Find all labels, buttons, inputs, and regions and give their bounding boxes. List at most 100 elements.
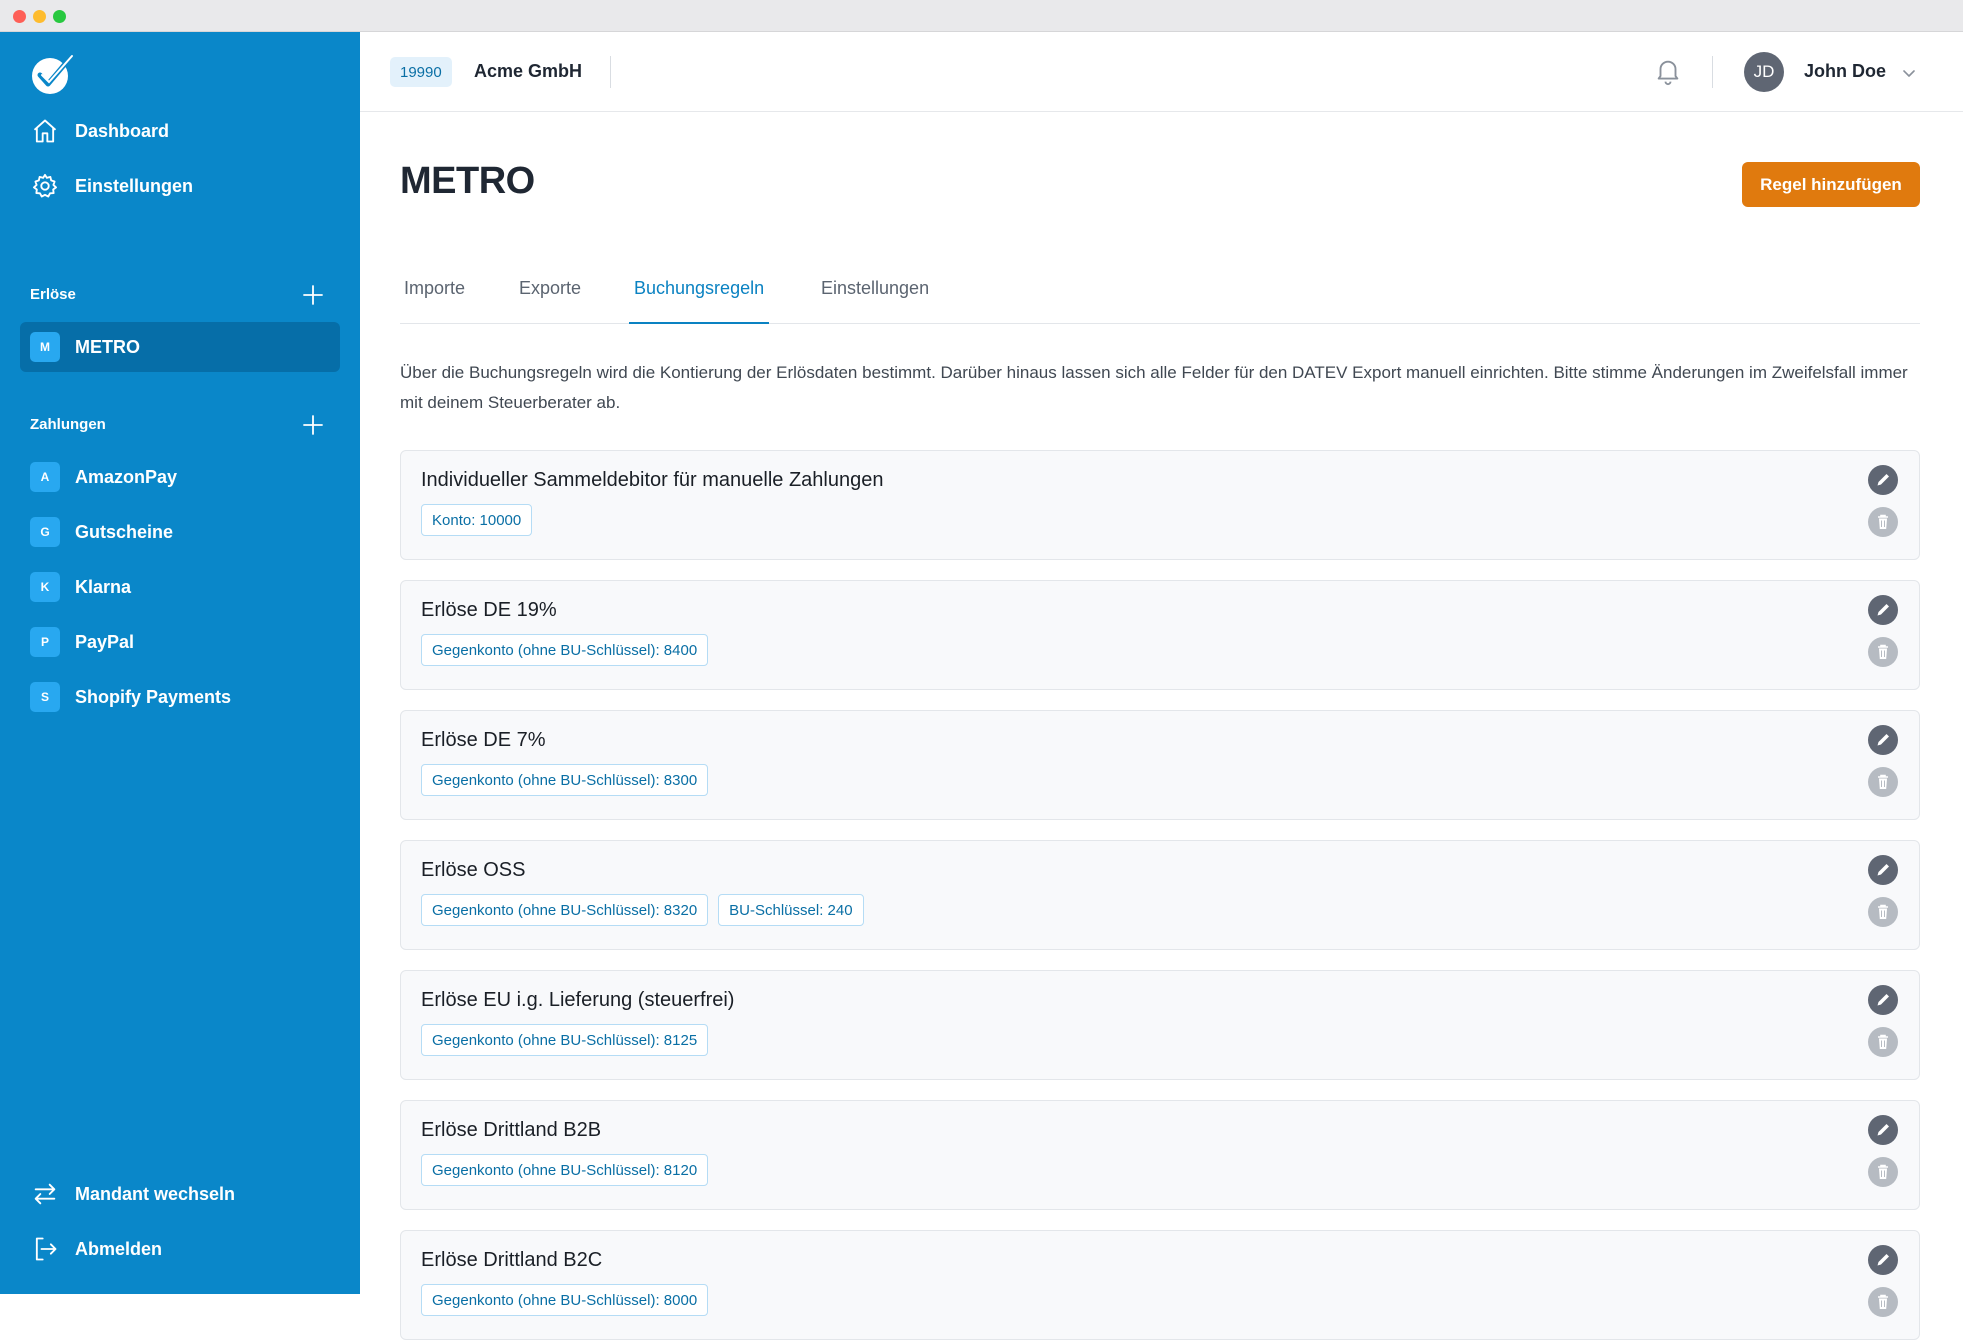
logout-icon	[30, 1234, 60, 1264]
sidebar-item-label: Dashboard	[75, 120, 170, 141]
tab-exporte[interactable]: Exporte	[519, 270, 581, 324]
top-header: 19990 Acme GmbH JD John Doe	[360, 32, 1963, 112]
add-erloese-button[interactable]	[300, 282, 326, 308]
rule-chips: Gegenkonto (ohne BU-Schlüssel): 8400	[421, 634, 709, 666]
rule-chip: BU-Schlüssel: 240	[718, 894, 864, 926]
sidebar-item-label: PayPal	[75, 631, 135, 652]
edit-icon[interactable]	[1867, 984, 1899, 1016]
rule-chip: Gegenkonto (ohne BU-Schlüssel): 8000	[421, 1284, 709, 1316]
rule-chips: Gegenkonto (ohne BU-Schlüssel): 8300	[421, 764, 709, 796]
page-title: METRO	[400, 160, 535, 202]
window-close-button[interactable]	[13, 10, 26, 23]
intro-text: Über die Buchungsregeln wird die Kontier…	[400, 363, 1908, 412]
divider	[1712, 56, 1713, 88]
rule-title: Erlöse Drittland B2B	[421, 1119, 602, 1141]
trash-icon[interactable]	[1867, 506, 1899, 538]
rule-title: Erlöse Drittland B2C	[421, 1249, 603, 1271]
rule-chips: Gegenkonto (ohne BU-Schlüssel): 8000	[421, 1284, 709, 1316]
window-minimize-button[interactable]	[33, 10, 46, 23]
sidebar-item-shopify-payments[interactable]: S Shopify Payments	[20, 672, 340, 722]
avatar: G	[30, 517, 60, 547]
tab-bar: Importe Exporte Buchungsregeln Einstellu…	[400, 270, 1920, 324]
sidebar-item-amazonpay[interactable]: A AmazonPay	[20, 452, 340, 502]
avatar: M	[30, 332, 60, 362]
rule-chip: Gegenkonto (ohne BU-Schlüssel): 8400	[421, 634, 709, 666]
rule-title: Erlöse DE 7%	[421, 729, 546, 751]
rule-chip: Gegenkonto (ohne BU-Schlüssel): 8120	[421, 1154, 709, 1186]
tab-buchungsregeln[interactable]: Buchungsregeln	[629, 270, 770, 324]
sidebar: Dashboard Einstellungen Erlöse M METRO Z…	[0, 32, 360, 1294]
section-title-erloese: Erlöse	[30, 286, 76, 303]
window-titlebar	[0, 0, 1963, 32]
rule-title: Individueller Sammeldebitor für manuelle…	[421, 469, 884, 491]
rule-title: Erlöse EU i.g. Lieferung (steuerfrei)	[421, 989, 735, 1011]
section-title-zahlungen: Zahlungen	[30, 416, 106, 433]
avatar: P	[30, 627, 60, 657]
rule-card: Erlöse OSS Gegenkonto (ohne BU-Schlüssel)…	[400, 840, 1920, 950]
trash-icon[interactable]	[1867, 636, 1899, 668]
rule-chip: Gegenkonto (ohne BU-Schlüssel): 8125	[421, 1024, 709, 1056]
add-rule-button[interactable]: Regel hinzufügen	[1742, 162, 1920, 207]
rule-title: Erlöse DE 19%	[421, 599, 557, 621]
tab-einstellungen[interactable]: Einstellungen	[821, 270, 929, 324]
edit-icon[interactable]	[1867, 1114, 1899, 1146]
chevron-down-icon[interactable]	[1900, 64, 1918, 82]
sidebar-item-klarna[interactable]: K Klarna	[20, 562, 340, 612]
sidebar-item-gutscheine[interactable]: G Gutscheine	[20, 507, 340, 557]
rule-chip: Gegenkonto (ohne BU-Schlüssel): 8320	[421, 894, 709, 926]
bell-icon[interactable]	[1653, 56, 1683, 86]
rule-card: Erlöse DE 7% Gegenkonto (ohne BU-Schlüsse…	[400, 710, 1920, 820]
edit-icon[interactable]	[1867, 724, 1899, 756]
sidebar-item-label: Abmelden	[75, 1238, 163, 1259]
rule-chip: Gegenkonto (ohne BU-Schlüssel): 8300	[421, 764, 709, 796]
sidebar-item-dashboard[interactable]: Dashboard	[20, 106, 340, 156]
divider	[610, 56, 611, 88]
rule-chips: Gegenkonto (ohne BU-Schlüssel): 8320 BU-S…	[421, 894, 864, 926]
trash-icon[interactable]	[1867, 896, 1899, 928]
sidebar-item-paypal[interactable]: P PayPal	[20, 617, 340, 667]
client-name: Acme GmbH	[474, 61, 583, 81]
sidebar-item-metro[interactable]: M METRO	[20, 322, 340, 372]
edit-icon[interactable]	[1867, 464, 1899, 496]
rule-card: Erlöse EU i.g. Lieferung (steuerfrei) Geg…	[400, 970, 1920, 1080]
tab-importe[interactable]: Importe	[404, 270, 465, 324]
avatar: A	[30, 462, 60, 492]
rule-title: Erlöse OSS	[421, 859, 526, 881]
rule-chips: Gegenkonto (ohne BU-Schlüssel): 8120	[421, 1154, 709, 1186]
switch-arrows-icon	[30, 1179, 60, 1209]
sidebar-item-label: Mandant wechseln	[75, 1183, 236, 1204]
window-zoom-button[interactable]	[53, 10, 66, 23]
sidebar-item-label: Einstellungen	[75, 175, 194, 196]
sidebar-item-mandant-wechseln[interactable]: Mandant wechseln	[20, 1169, 340, 1219]
edit-icon[interactable]	[1867, 594, 1899, 626]
edit-icon[interactable]	[1867, 1244, 1899, 1276]
sidebar-item-label: Gutscheine	[75, 521, 174, 542]
home-icon	[30, 116, 60, 146]
rule-card: Erlöse Drittland B2C Gegenkonto (ohne BU-…	[400, 1230, 1920, 1340]
rule-card: Individueller Sammeldebitor für manuelle…	[400, 450, 1920, 560]
avatar[interactable]: JD	[1744, 52, 1784, 92]
checkmark-logo-icon[interactable]	[28, 50, 76, 98]
rule-chips: Konto: 10000	[421, 504, 533, 536]
trash-icon[interactable]	[1867, 1026, 1899, 1058]
sidebar-item-abmelden[interactable]: Abmelden	[20, 1224, 340, 1274]
sidebar-item-label: AmazonPay	[75, 466, 178, 487]
avatar: K	[30, 572, 60, 602]
avatar: S	[30, 682, 60, 712]
rule-chips: Gegenkonto (ohne BU-Schlüssel): 8125	[421, 1024, 709, 1056]
sidebar-item-label: METRO	[75, 336, 140, 357]
client-number-badge: 19990	[390, 57, 452, 87]
sidebar-item-einstellungen[interactable]: Einstellungen	[20, 161, 340, 211]
trash-icon[interactable]	[1867, 1156, 1899, 1188]
edit-icon[interactable]	[1867, 854, 1899, 886]
user-name[interactable]: John Doe	[1804, 61, 1886, 82]
rule-card: Erlöse DE 19% Gegenkonto (ohne BU-Schlüss…	[400, 580, 1920, 690]
sidebar-item-label: Shopify Payments	[75, 686, 232, 707]
add-zahlungen-button[interactable]	[300, 412, 326, 438]
trash-icon[interactable]	[1867, 766, 1899, 798]
sidebar-item-label: Klarna	[75, 576, 132, 597]
gear-icon	[30, 171, 60, 201]
rule-chip: Konto: 10000	[421, 504, 533, 536]
trash-icon[interactable]	[1867, 1286, 1899, 1318]
rule-card: Erlöse Drittland B2B Gegenkonto (ohne BU-…	[400, 1100, 1920, 1210]
